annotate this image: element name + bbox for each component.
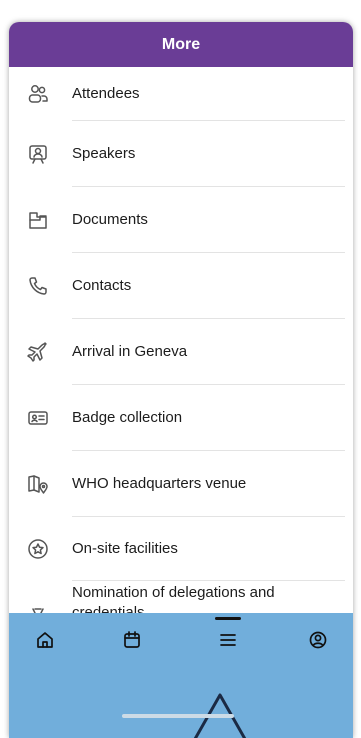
profile-icon: [308, 630, 328, 650]
calendar-icon: [122, 630, 142, 650]
tab-agenda[interactable]: [107, 613, 157, 667]
menu-icon: [218, 630, 238, 650]
menu-item-label: Speakers: [72, 145, 136, 162]
menu-item-label: Attendees: [72, 85, 140, 102]
tab-profile[interactable]: [293, 613, 343, 667]
header: More: [9, 22, 353, 67]
menu-item-label: Nomination of delegations and credential…: [72, 584, 275, 613]
menu-item-who-headquarters-venue[interactable]: WHO headquarters venue: [9, 451, 353, 517]
attendees-icon: [27, 83, 49, 105]
speakers-icon: [27, 143, 49, 165]
more-menu-list[interactable]: Attendees Speakers Documents Contacts Ar…: [9, 67, 353, 613]
menu-item-label: Contacts: [72, 277, 132, 294]
plane-icon: [27, 341, 49, 363]
menu-item-label: Documents: [72, 211, 148, 228]
menu-item-badge-collection[interactable]: Badge collection: [9, 385, 353, 451]
menu-item-contacts[interactable]: Contacts: [9, 253, 353, 319]
home-icon: [35, 630, 55, 650]
menu-item-label: On-site facilities: [72, 540, 178, 557]
menu-item-label: Badge collection: [72, 409, 183, 426]
app-frame: More Attendees Speakers Documents Contac…: [9, 22, 353, 738]
menu-item-attendees[interactable]: Attendees: [9, 67, 353, 121]
page-title: More: [161, 35, 201, 53]
documents-icon: [27, 209, 49, 231]
tab-more[interactable]: [203, 613, 253, 667]
menu-item-arrival-in-geneva[interactable]: Arrival in Geneva: [9, 319, 353, 385]
tab-home[interactable]: [20, 613, 70, 667]
badge-icon: [27, 407, 49, 429]
menu-item-label: Arrival in Geneva: [72, 343, 188, 360]
menu-item-on-site-facilities[interactable]: On-site facilities: [9, 517, 353, 581]
menu-item-nomination-of-delegations[interactable]: Nomination of delegations and credential…: [9, 581, 353, 613]
phone-icon: [27, 275, 49, 297]
star-circle-icon: [27, 538, 49, 560]
bottom-tab-bar: [9, 613, 353, 738]
menu-item-documents[interactable]: Documents: [9, 187, 353, 253]
menu-item-label: WHO headquarters venue: [72, 475, 247, 492]
map-pin-icon: [27, 473, 49, 495]
menu-item-speakers[interactable]: Speakers: [9, 121, 353, 187]
home-indicator[interactable]: [122, 714, 234, 718]
